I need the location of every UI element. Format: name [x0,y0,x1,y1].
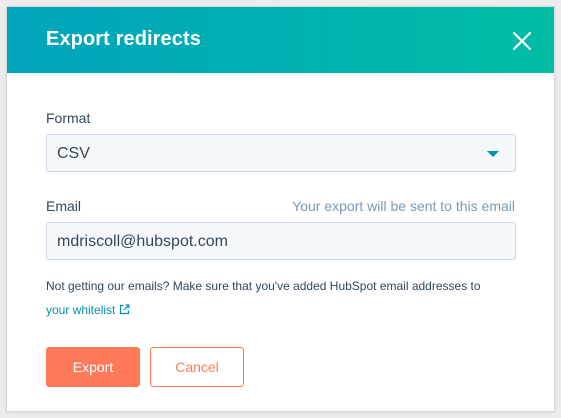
chevron-down-icon [487,151,499,157]
cancel-button[interactable]: Cancel [150,347,244,387]
format-label: Format [46,110,91,126]
export-redirects-dialog: Export redirects Format CSV Email Your e… [7,7,554,411]
format-select-value: CSV [57,145,90,162]
email-label: Email [46,198,82,214]
dialog-title: Export redirects [46,28,201,50]
dialog-header: Export redirects [7,7,554,73]
external-link-icon [120,304,130,315]
email-field[interactable]: mdriscoll@hubspot.com [46,222,516,260]
close-icon [512,31,532,51]
whitelist-link[interactable]: your whitelist [46,303,130,317]
whitelist-notice: Not getting our emails? Make sure that y… [46,279,481,293]
close-button[interactable] [508,27,536,55]
export-button[interactable]: Export [46,347,140,387]
whitelist-link-text: your whitelist [46,303,116,317]
format-select[interactable]: CSV [46,134,516,172]
email-hint: Your export will be sent to this email [292,198,515,214]
email-field-value: mdriscoll@hubspot.com [57,233,228,250]
